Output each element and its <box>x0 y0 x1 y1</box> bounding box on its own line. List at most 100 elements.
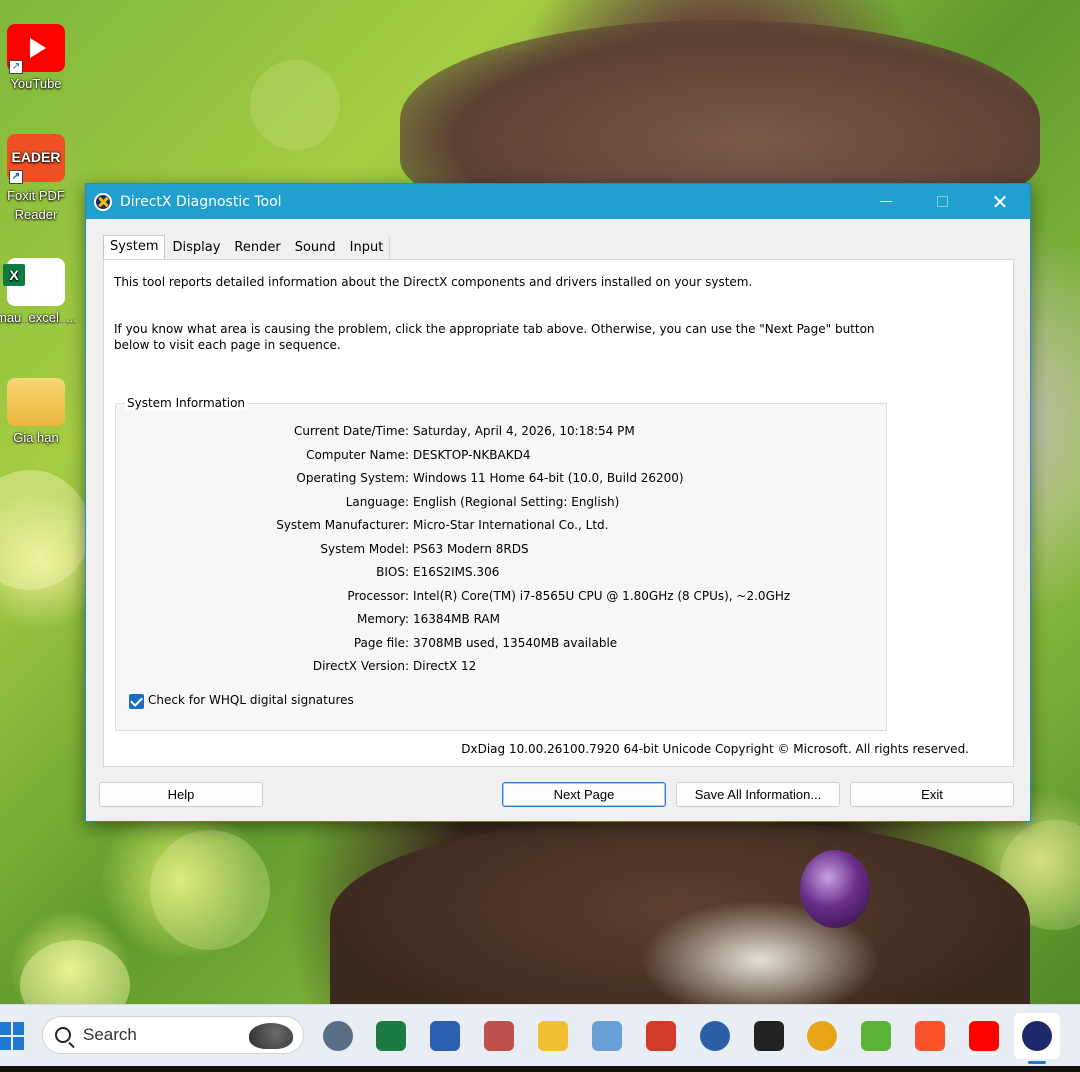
calculator-icon[interactable] <box>646 1021 676 1051</box>
info-row-datetime: Current Date/Time: Saturday, April 4, 202… <box>116 424 888 444</box>
info-label: Computer Name: <box>306 447 409 462</box>
info-label: Current Date/Time: <box>293 424 409 438</box>
info-row-model: System Model: PS63 Modern 8RDS <box>116 542 888 562</box>
tab-render[interactable]: Render <box>227 236 287 260</box>
screen-bottom-edge <box>0 1066 1080 1072</box>
desktop-icon-youtube[interactable]: ↗ YouTube <box>0 24 72 91</box>
window-title: DirectX Diagnostic Tool <box>120 193 282 210</box>
info-label: BIOS: <box>376 565 409 579</box>
info-label: Processor: <box>347 588 409 603</box>
whql-checkbox[interactable] <box>129 694 144 709</box>
search-highlight-bird-icon <box>249 1023 293 1049</box>
youtube-icon: ↗ <box>7 24 65 74</box>
settings-icon[interactable] <box>323 1021 353 1051</box>
info-row-bios: BIOS: E16S2IMS.306 <box>116 565 888 585</box>
close-button[interactable]: ✕ <box>972 184 1028 219</box>
directx-icon <box>94 192 112 211</box>
file-explorer-icon[interactable] <box>538 1021 568 1051</box>
info-value: Windows 11 Home 64-bit (10.0, Build 2620… <box>413 471 684 485</box>
desktop-icon-label: mau_excel_... <box>0 310 76 325</box>
info-row-processor: Processor: Intel(R) Core(TM) i7-8565U CPU… <box>116 589 888 609</box>
start-tile-icon <box>13 1037 24 1050</box>
save-all-information-button[interactable]: Save All Information... <box>676 782 840 807</box>
info-value: 3708MB used, 13540MB available <box>413 635 618 650</box>
word-icon[interactable] <box>430 1021 460 1051</box>
notepad-icon[interactable] <box>592 1021 622 1051</box>
foxit-glyph-text: EADER <box>11 149 61 165</box>
taskbar: Search <box>0 1004 1080 1066</box>
info-row-operating-system: Operating System: Windows 11 Home 64-bit … <box>116 471 888 491</box>
info-value: Micro-Star International Co., Ltd. <box>413 518 609 532</box>
title-bar[interactable]: DirectX Diagnostic Tool ✕ <box>86 184 1030 219</box>
group-title: System Information <box>125 396 248 410</box>
active-app-indicator <box>1028 1061 1046 1064</box>
info-row-language: Language: English (Regional Setting: Engl… <box>116 495 888 515</box>
directx-icon[interactable] <box>1022 1021 1052 1051</box>
info-value: PS63 Modern 8RDS <box>413 541 529 556</box>
info-row-page-file: Page file: 3708MB used, 13540MB available <box>116 636 888 656</box>
desktop-icon-label: YouTube <box>10 76 62 91</box>
info-row-directx-version: DirectX Version: DirectX 12 <box>116 659 888 679</box>
tab-sound[interactable]: Sound <box>288 236 343 260</box>
desktop-icon-label: Gia hạn <box>13 430 59 445</box>
desktop-icon-folder[interactable]: Gia hạn <box>0 378 72 445</box>
exit-button[interactable]: Exit <box>850 782 1014 807</box>
version-copyright-text: DxDiag 10.00.26100.7920 64-bit Unicode C… <box>461 742 969 756</box>
info-label: System Manufacturer: <box>276 518 409 532</box>
coccoc-icon[interactable] <box>861 1021 891 1051</box>
taskbar-search-box[interactable]: Search <box>42 1016 304 1054</box>
info-value: E16S2IMS.306 <box>413 565 500 579</box>
minimize-button[interactable] <box>858 184 914 219</box>
info-label: Page file: <box>353 635 409 650</box>
info-label: Memory: <box>357 612 409 626</box>
info-value: 16384MB RAM <box>413 612 500 626</box>
info-row-manufacturer: System Manufacturer: Micro-Star Internati… <box>116 518 888 538</box>
shortcut-arrow-icon: ↗ <box>9 60 23 74</box>
maximize-button[interactable] <box>914 184 970 219</box>
browser-globe-icon[interactable] <box>700 1021 730 1051</box>
search-icon <box>55 1027 71 1043</box>
tab-bar: System Display Render Sound Input <box>103 235 391 261</box>
info-label: DirectX Version: <box>312 659 409 673</box>
info-row-memory: Memory: 16384MB RAM <box>116 612 888 632</box>
brave-icon[interactable] <box>915 1021 945 1051</box>
maximize-icon <box>936 196 948 207</box>
foxit-reader-icon: EADER ↗ <box>7 134 65 184</box>
start-tile-icon <box>0 1022 11 1035</box>
whql-checkbox-label[interactable]: Check for WHQL digital signatures <box>148 693 354 707</box>
tab-input[interactable]: Input <box>343 236 391 260</box>
directx-diagnostic-window: DirectX Diagnostic Tool ✕ System Display… <box>85 183 1031 822</box>
collar-bell-image <box>800 850 870 928</box>
system-information-group: System Information Current Date/Time: Sat… <box>115 396 888 731</box>
instructions-text: If you know what area is causing the pro… <box>114 322 875 352</box>
info-value: DirectX 12 <box>413 659 477 673</box>
info-value: Intel(R) Core(TM) i7-8565U CPU @ 1.80GHz… <box>413 588 791 603</box>
start-tile-icon <box>0 1037 11 1050</box>
desktop-icon-excel-file[interactable]: mau_excel_... <box>0 258 76 325</box>
excel-icon[interactable] <box>376 1021 406 1051</box>
youtube-icon[interactable] <box>969 1021 999 1051</box>
info-label: System Model: <box>320 541 409 556</box>
info-label: Language: <box>345 494 409 509</box>
tab-system[interactable]: System <box>103 235 166 261</box>
start-tile-icon <box>13 1022 24 1035</box>
minimize-icon <box>880 201 892 202</box>
start-button[interactable] <box>0 1022 24 1050</box>
info-value: English (Regional Setting: English) <box>413 494 620 509</box>
info-label: Operating System: <box>296 471 409 485</box>
shortcut-arrow-icon: ↗ <box>9 170 23 184</box>
intro-text: This tool reports detailed information a… <box>114 275 753 289</box>
snipping-icon[interactable] <box>484 1021 514 1051</box>
excel-file-icon <box>3 258 65 306</box>
desktop-icon-foxit[interactable]: EADER ↗ Foxit PDF Reader <box>0 134 72 224</box>
system-tab-panel: This tool reports detailed information a… <box>103 259 1014 767</box>
info-row-computer-name: Computer Name: DESKTOP-NKBAKD4 <box>116 448 888 468</box>
chatgpt-icon[interactable] <box>754 1021 784 1051</box>
folder-icon <box>7 378 65 426</box>
next-page-button[interactable]: Next Page <box>502 782 666 807</box>
help-button[interactable]: Help <box>99 782 263 807</box>
search-placeholder: Search <box>83 1025 137 1044</box>
chrome-icon[interactable] <box>807 1021 837 1051</box>
tab-display[interactable]: Display <box>165 236 227 260</box>
info-value: DESKTOP-NKBAKD4 <box>413 447 531 462</box>
